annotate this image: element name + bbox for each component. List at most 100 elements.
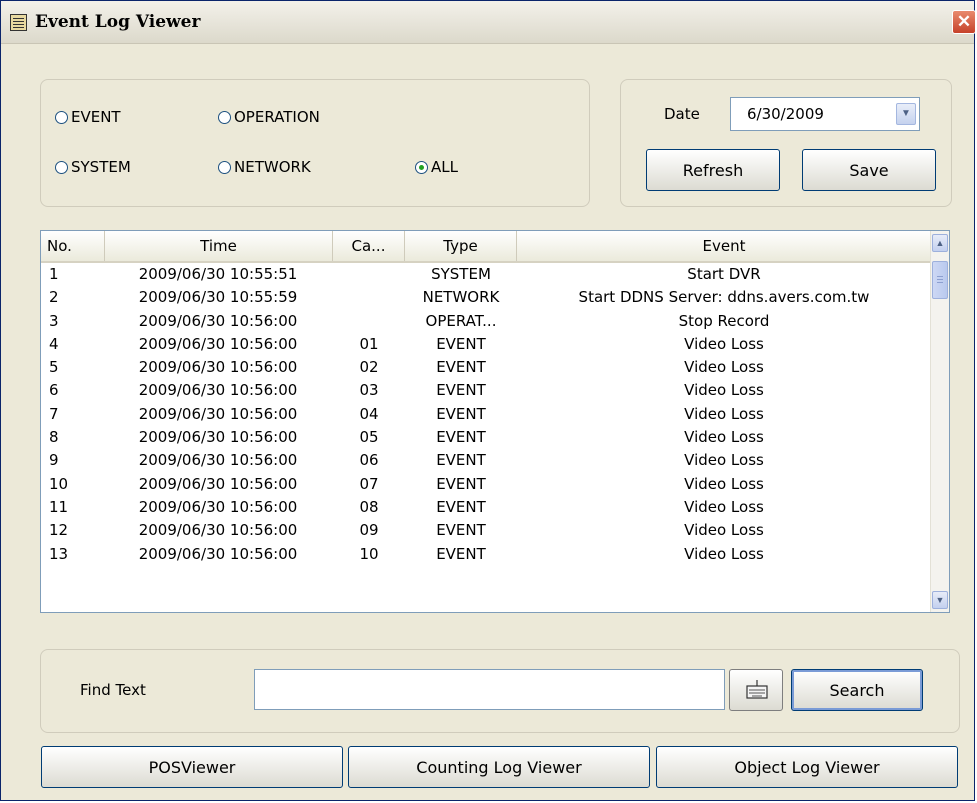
cell-type: NETWORK xyxy=(422,288,500,307)
table-row[interactable]: 7 2009/06/30 10:56:00 04 EVENT Video Loss xyxy=(41,403,931,426)
find-text-input[interactable] xyxy=(254,669,725,710)
cell-type: EVENT xyxy=(436,358,486,377)
cell-no: 7 xyxy=(49,404,59,423)
cell-no: 2 xyxy=(49,288,59,307)
search-button[interactable]: Search xyxy=(791,669,923,711)
radio-event[interactable]: EVENT xyxy=(55,108,121,126)
title-bar: Event Log Viewer ✕ xyxy=(1,1,976,44)
cell-time: 2009/06/30 10:56:00 xyxy=(138,334,298,353)
table-row[interactable]: 13 2009/06/30 10:56:00 10 EVENT Video Loss xyxy=(41,543,931,566)
radio-all-dot[interactable] xyxy=(415,160,428,174)
scroll-down-icon[interactable]: ▼ xyxy=(932,591,948,609)
cell-time: 2009/06/30 10:56:00 xyxy=(138,381,298,400)
cell-type: SYSTEM xyxy=(431,265,491,283)
radio-operation-label: OPERATION xyxy=(234,108,320,126)
cell-no: 5 xyxy=(49,358,59,377)
cell-camera: 07 xyxy=(359,474,379,493)
cell-type: EVENT xyxy=(436,497,486,516)
cell-time: 2009/06/30 10:56:00 xyxy=(138,474,298,493)
vertical-scrollbar[interactable]: ▲ ▼ xyxy=(930,231,949,612)
radio-operation[interactable]: OPERATION xyxy=(218,108,320,126)
cell-camera: 02 xyxy=(359,358,379,377)
cell-time: 2009/06/30 10:56:00 xyxy=(138,311,298,330)
scroll-up-icon[interactable]: ▲ xyxy=(932,234,948,252)
cell-type: EVENT xyxy=(436,474,486,493)
save-button[interactable]: Save xyxy=(802,149,936,191)
cell-no: 11 xyxy=(49,497,69,516)
table-header: No. Time Ca... Type Event xyxy=(41,231,931,263)
table-row[interactable]: 4 2009/06/30 10:56:00 01 EVENT Video Loss xyxy=(41,333,931,356)
cell-camera: 06 xyxy=(359,451,379,470)
cell-camera: 10 xyxy=(359,544,379,563)
table-row[interactable]: 5 2009/06/30 10:56:00 02 EVENT Video Loss xyxy=(41,356,931,379)
keyboard-button[interactable] xyxy=(729,669,783,711)
close-button[interactable]: ✕ xyxy=(952,10,976,34)
cell-camera xyxy=(333,286,405,309)
cell-type: EVENT xyxy=(436,334,486,353)
cell-event: Video Loss xyxy=(684,404,764,423)
date-label: Date xyxy=(664,105,700,123)
event-log-viewer-window: Event Log Viewer ✕ EVENT OPERATION SYSTE… xyxy=(0,0,976,801)
find-text-label: Find Text xyxy=(80,681,146,699)
table-row[interactable]: 10 2009/06/30 10:56:00 07 EVENT Video Loss xyxy=(41,473,931,496)
column-header-type[interactable]: Type xyxy=(405,231,517,261)
cell-event: Video Loss xyxy=(684,544,764,563)
radio-system-label: SYSTEM xyxy=(71,158,131,176)
chevron-down-icon[interactable]: ▼ xyxy=(896,103,916,125)
cell-event: Video Loss xyxy=(684,381,764,400)
radio-operation-dot[interactable] xyxy=(218,110,231,124)
cell-time: 2009/06/30 10:56:00 xyxy=(138,544,298,563)
cell-no: 4 xyxy=(49,334,59,353)
table-row[interactable]: 11 2009/06/30 10:56:00 08 EVENT Video Loss xyxy=(41,496,931,519)
radio-all[interactable]: ALL xyxy=(415,158,458,176)
event-log-table[interactable]: No. Time Ca... Type Event 1 2009/06/30 10… xyxy=(40,230,950,613)
cell-camera: 08 xyxy=(359,497,379,516)
cell-event: Video Loss xyxy=(684,497,764,516)
column-header-no[interactable]: No. xyxy=(41,231,105,261)
date-value: 6/30/2009 xyxy=(747,105,824,123)
cell-camera: 04 xyxy=(359,404,379,423)
scroll-thumb[interactable] xyxy=(932,261,948,299)
radio-event-dot[interactable] xyxy=(55,110,68,124)
cell-time: 2009/06/30 10:56:00 xyxy=(138,521,298,540)
date-picker[interactable]: 6/30/2009 ▼ xyxy=(730,97,920,131)
table-row[interactable]: 1 2009/06/30 10:55:51 SYSTEM Start DVR xyxy=(41,263,931,286)
radio-system-dot[interactable] xyxy=(55,160,68,174)
pos-viewer-button[interactable]: POSViewer xyxy=(41,746,343,788)
column-header-event[interactable]: Event xyxy=(517,231,931,261)
cell-type: EVENT xyxy=(436,428,486,447)
table-row[interactable]: 12 2009/06/30 10:56:00 09 EVENT Video Loss xyxy=(41,519,931,542)
cell-no: 9 xyxy=(49,451,59,470)
cell-time: 2009/06/30 10:56:00 xyxy=(138,451,298,470)
event-log-icon xyxy=(10,14,27,31)
table-row[interactable]: 9 2009/06/30 10:56:00 06 EVENT Video Loss xyxy=(41,449,931,472)
cell-camera: 01 xyxy=(359,334,379,353)
table-row[interactable]: 3 2009/06/30 10:56:00 OPERAT... Stop Record xyxy=(41,310,931,333)
cell-no: 3 xyxy=(49,311,59,330)
cell-event: Start DVR xyxy=(687,265,761,283)
object-log-viewer-button[interactable]: Object Log Viewer xyxy=(656,746,958,788)
column-header-time[interactable]: Time xyxy=(105,231,333,261)
radio-network[interactable]: NETWORK xyxy=(218,158,311,176)
counting-log-viewer-button[interactable]: Counting Log Viewer xyxy=(348,746,650,788)
cell-camera: 09 xyxy=(359,521,379,540)
table-body: 1 2009/06/30 10:55:51 SYSTEM Start DVR 2 2009… xyxy=(41,263,931,566)
log-type-filter-group xyxy=(40,79,590,207)
cell-no: 6 xyxy=(49,381,59,400)
cell-no: 1 xyxy=(49,265,59,283)
column-header-camera[interactable]: Ca... xyxy=(333,231,405,261)
refresh-button[interactable]: Refresh xyxy=(646,149,780,191)
radio-system[interactable]: SYSTEM xyxy=(55,158,131,176)
cell-camera: 05 xyxy=(359,428,379,447)
table-row[interactable]: 6 2009/06/30 10:56:00 03 EVENT Video Loss xyxy=(41,379,931,402)
cell-time: 2009/06/30 10:55:59 xyxy=(138,288,298,307)
cell-no: 12 xyxy=(49,521,69,540)
table-row[interactable]: 8 2009/06/30 10:56:00 05 EVENT Video Loss xyxy=(41,426,931,449)
cell-time: 2009/06/30 10:56:00 xyxy=(138,428,298,447)
cell-event: Stop Record xyxy=(678,311,770,330)
cell-type: EVENT xyxy=(436,544,486,563)
radio-network-dot[interactable] xyxy=(218,160,231,174)
keyboard-icon xyxy=(746,680,768,699)
table-row[interactable]: 2 2009/06/30 10:55:59 NETWORK Start DDNS Se… xyxy=(41,286,931,309)
cell-event: Video Loss xyxy=(684,358,764,377)
